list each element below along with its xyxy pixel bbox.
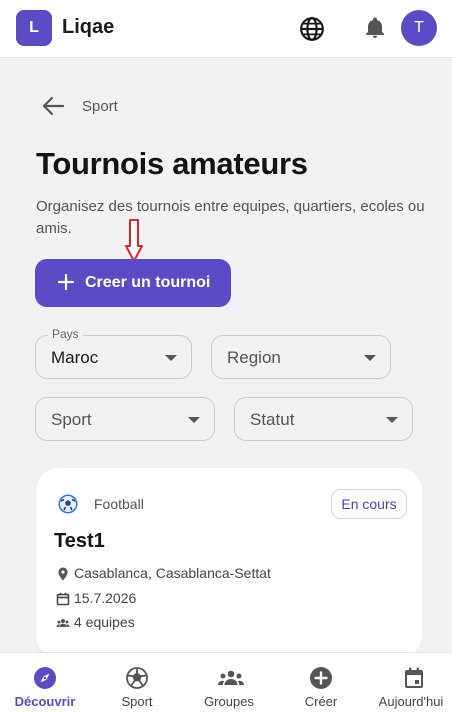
soccer-ball-icon [58, 494, 78, 514]
status-placeholder: Statut [250, 410, 295, 429]
app-logo[interactable]: L [16, 10, 52, 46]
nav-item-create[interactable]: Créer [278, 653, 364, 712]
nav-item-today[interactable]: Aujourd'hui [370, 653, 452, 712]
tournament-name: Test1 [54, 530, 105, 552]
bell-icon[interactable] [363, 16, 387, 40]
plus-circle-icon [310, 667, 332, 689]
location-pin-icon [58, 567, 68, 581]
compass-icon [34, 667, 56, 689]
tournament-card[interactable]: Football En cours Test1 Casablanca, Casa… [36, 468, 422, 658]
region-select[interactable]: Region [211, 335, 391, 379]
calendar-icon [405, 667, 423, 688]
nav-label-groups: Groupes [204, 694, 254, 709]
country-select[interactable]: Pays Maroc [35, 327, 192, 379]
calendar-icon [56, 592, 70, 606]
group-icon [218, 670, 244, 685]
plus-icon [57, 273, 75, 291]
sport-select[interactable]: Sport [35, 397, 215, 441]
country-legend: Pays [48, 327, 83, 341]
nav-label-create: Créer [304, 694, 338, 709]
sport-placeholder: Sport [51, 410, 92, 429]
page-subtitle: Organisez des tournois entre equipes, qu… [36, 198, 425, 237]
create-tournament-button[interactable]: Creer un tournoi [35, 259, 231, 307]
nav-label-discover: Découvrir [14, 694, 76, 709]
bottom-nav: Découvrir Sport Groupes Créer Aujourd'hu… [0, 652, 452, 712]
nav-item-sport[interactable]: Sport [94, 653, 180, 712]
tournament-date: 15.7.2026 [74, 590, 137, 606]
avatar-letter: T [414, 19, 424, 36]
tournament-sport: Football [94, 496, 144, 512]
country-value: Maroc [51, 348, 99, 367]
top-bar: L Liqae T [0, 0, 452, 58]
caret-down-icon [188, 417, 200, 423]
user-avatar[interactable]: T [401, 10, 437, 46]
region-placeholder: Region [227, 348, 281, 367]
group-icon [56, 619, 70, 627]
nav-item-groups[interactable]: Groupes [184, 653, 274, 712]
page-title: Tournois amateurs [36, 146, 308, 181]
nav-label-today: Aujourd'hui [378, 694, 444, 709]
status-badge: En cours [331, 489, 407, 519]
brand-name[interactable]: Liqae [62, 16, 114, 39]
back-arrow-icon[interactable] [40, 94, 66, 118]
logo-letter: L [29, 19, 39, 36]
create-tournament-label: Creer un tournoi [85, 274, 211, 291]
tournament-teams: 4 equipes [74, 614, 135, 630]
nav-item-discover[interactable]: Découvrir [0, 653, 90, 712]
globe-icon[interactable] [299, 16, 325, 42]
caret-down-icon [386, 417, 398, 423]
caret-down-icon [165, 355, 177, 361]
breadcrumb[interactable]: Sport [82, 98, 118, 115]
nav-label-sport: Sport [121, 694, 153, 709]
annotation-down-arrow-icon [125, 219, 143, 262]
status-select[interactable]: Statut [234, 397, 413, 441]
tournament-location: Casablanca, Casablanca-Settat [74, 565, 271, 581]
caret-down-icon [364, 355, 376, 361]
soccer-ball-icon [126, 667, 148, 689]
